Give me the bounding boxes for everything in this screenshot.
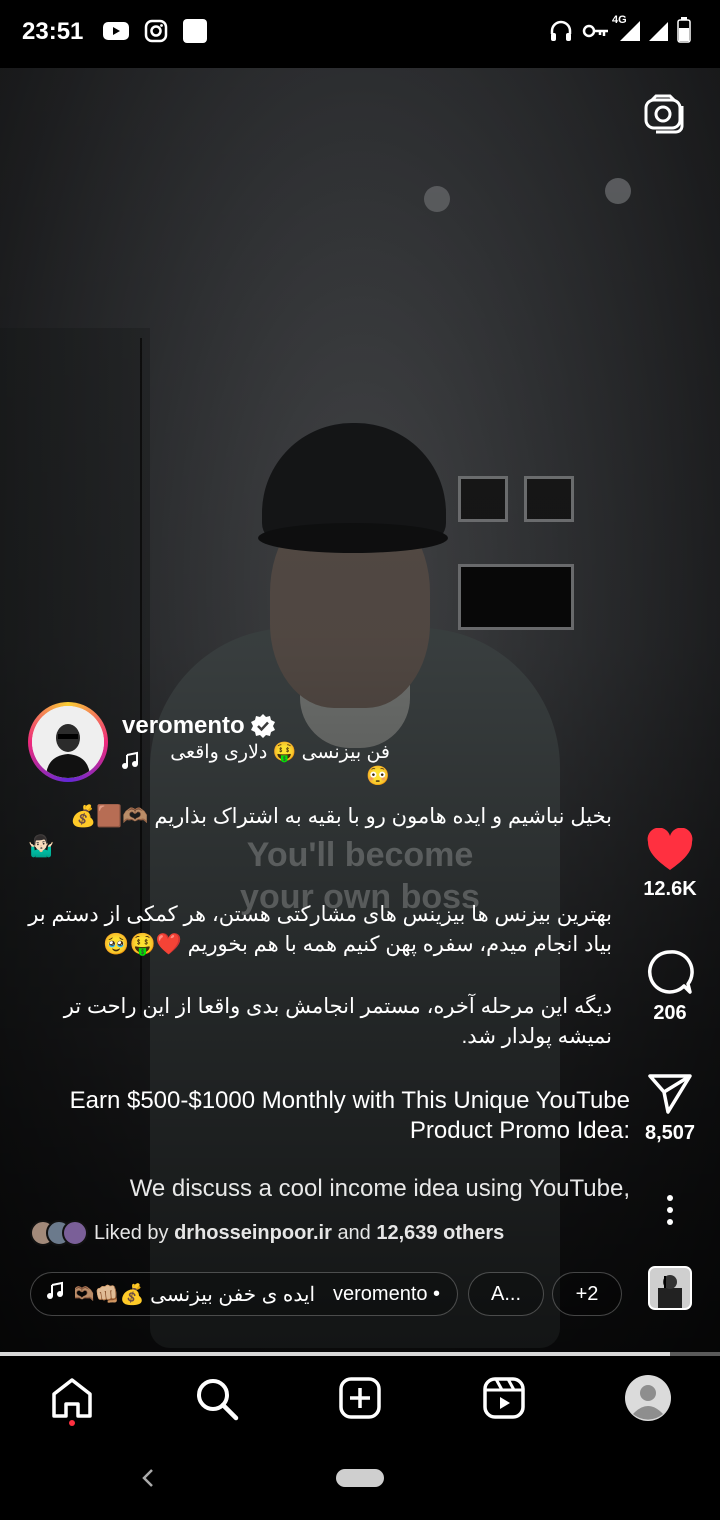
search-icon (197, 1379, 239, 1421)
home-notification-dot (69, 1420, 75, 1426)
like-count: 12.6K (643, 878, 697, 900)
back-chevron-icon[interactable] (138, 1464, 158, 1497)
comment-count: 206 (653, 1002, 687, 1024)
send-icon (648, 1074, 692, 1114)
audio-thumbnail-icon (648, 1266, 692, 1310)
music-note-icon (45, 1281, 65, 1307)
audio-pill[interactable]: ایده ی خفن بیزنسی 💰👊🏼🫶🏽 veromento • (30, 1272, 458, 1316)
caption-paragraph-1: بخیل نباشیم و ایده هامون رو با بقیه به ا… (70, 805, 612, 828)
reels-icon (483, 1377, 525, 1419)
liker-avatar (62, 1220, 88, 1246)
status-bar: 23:51 4G (0, 0, 720, 64)
more-dots-icon (667, 1195, 673, 1225)
more-options-button[interactable] (620, 1194, 720, 1232)
verified-badge-icon (250, 713, 276, 739)
like-button[interactable]: 12.6K (620, 827, 720, 901)
home-icon (52, 1378, 92, 1418)
music-note-icon (120, 751, 140, 777)
reel-video[interactable]: You'll become your own boss (0, 68, 720, 1352)
nav-search[interactable] (192, 1374, 240, 1422)
tag-pill[interactable]: A... (468, 1272, 544, 1316)
more-tags-pill[interactable]: +2 (552, 1272, 622, 1316)
comment-button[interactable]: 206 (620, 948, 720, 1025)
app-notification-icon (182, 18, 208, 49)
caption-english-1: Earn $500-$1000 Monthly with This Unique… (69, 1087, 630, 1144)
profile-avatar (625, 1375, 671, 1421)
create-icon (339, 1377, 381, 1419)
liked-by-and: and (337, 1221, 371, 1244)
system-navigation-bar (0, 1440, 720, 1520)
caption-paragraph-3: دیگه این مرحله آخره، مستمر انجامش بدی وا… (63, 995, 612, 1048)
liked-by-prefix: Liked by (94, 1221, 169, 1244)
status-time: 23:51 (22, 18, 84, 45)
audio-info[interactable]: فن بیزنسی 🤑 دلاری واقعی 😳 (120, 742, 390, 787)
signal-icon-1 (618, 20, 642, 47)
audio-pill-label: ایده ی خفن بیزنسی 💰👊🏼🫶🏽 (75, 1283, 315, 1306)
signal-icon-2 (648, 20, 670, 47)
username[interactable]: veromento (122, 712, 245, 740)
bottom-navigation (0, 1356, 720, 1440)
instagram-notification-icon (144, 19, 168, 48)
home-gesture-pill[interactable] (336, 1469, 384, 1487)
nav-create[interactable] (336, 1374, 384, 1422)
battery-icon (677, 17, 691, 48)
share-count: 8,507 (644, 1122, 696, 1144)
vpn-key-icon (582, 20, 610, 47)
avatar[interactable] (28, 702, 108, 782)
nav-profile[interactable] (624, 1374, 672, 1422)
caption-paragraph-2: بهترین بیزنس ها بیزینس های مشارکتی هستن،… (28, 903, 612, 956)
avatar-photo (32, 706, 104, 778)
video-shade (0, 68, 720, 1352)
share-button[interactable]: 8,507 (620, 1072, 720, 1145)
headphones-icon (548, 18, 574, 49)
nav-reels[interactable] (480, 1374, 528, 1422)
comment-icon (647, 950, 694, 994)
audio-thumbnail-button[interactable] (620, 1266, 720, 1316)
heart-icon (647, 827, 693, 870)
liked-by-user[interactable]: drhosseinpoor.ir (174, 1222, 332, 1245)
liked-by-avatars (30, 1220, 88, 1246)
caption-english-2: We discuss a cool income idea using YouT… (129, 1175, 630, 1202)
audio-pill-user: veromento • (333, 1282, 441, 1305)
nav-home[interactable] (48, 1374, 96, 1426)
youtube-notification-icon (102, 20, 130, 47)
liked-by-others[interactable]: 12,639 others (376, 1222, 504, 1245)
camera-icon[interactable] (642, 92, 686, 136)
caption-paragraph-1b: 🤷🏻‍♂️ (28, 835, 55, 858)
audio-title: فن بیزنسی 🤑 دلاری واقعی 😳 (170, 742, 390, 787)
liked-by[interactable]: Liked by drhosseinpoor.ir and 12,639 oth… (30, 1220, 504, 1246)
